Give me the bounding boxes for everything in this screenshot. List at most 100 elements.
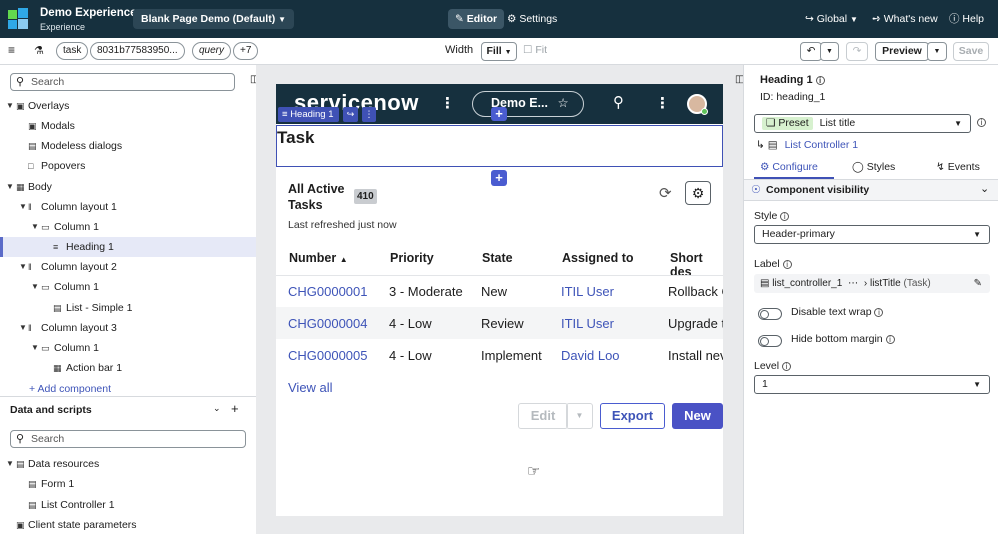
preset-select[interactable]: ❏ Preset List title ▼	[754, 114, 971, 133]
edit-button[interactable]: Edit	[518, 403, 568, 429]
style-label: Style i	[754, 210, 790, 222]
view-all-link[interactable]: View all	[288, 380, 333, 395]
save-button[interactable]: Save	[953, 42, 989, 61]
column-header-state[interactable]: State	[482, 251, 513, 265]
info-icon[interactable]: i	[782, 260, 792, 269]
column-header-number[interactable]: Number ▲	[289, 251, 348, 265]
label-binding-field[interactable]: ▤ list_controller_1 ⋯ › listTitle (Task)…	[754, 274, 990, 293]
tree-item-column-1[interactable]: ▼ ▭ Column 1	[0, 217, 256, 237]
short-description-cell: Rollback C	[668, 284, 723, 299]
tree-search-input[interactable]: ⚲ Search	[10, 73, 235, 91]
avatar[interactable]	[687, 94, 708, 115]
flask-icon[interactable]: ⚗	[34, 44, 44, 57]
select-parent-icon[interactable]: ↪	[343, 107, 358, 122]
disable-text-wrap-toggle[interactable]	[758, 308, 782, 320]
settings-tab[interactable]: ⚙ Settings	[507, 9, 557, 29]
hide-bottom-margin-toggle[interactable]	[758, 335, 782, 347]
tree-item-body[interactable]: ▼ ▦ Body	[0, 177, 256, 197]
export-button[interactable]: Export	[600, 403, 665, 429]
tree-item-column-layout-1[interactable]: ▼ ‖ Column layout 1	[0, 197, 256, 217]
more-vertical-icon[interactable]: ⋮	[362, 107, 376, 122]
info-icon[interactable]: i	[815, 76, 825, 85]
more-vertical-icon[interactable]: ⋮	[655, 94, 670, 112]
info-icon[interactable]: i	[977, 118, 986, 127]
tree-item-column-1[interactable]: ▼ ▭ Column 1	[0, 338, 256, 358]
tree-item-column-layout-3[interactable]: ▼ ‖ Column layout 3	[0, 318, 256, 338]
chevron-down-icon[interactable]: ⌄	[213, 403, 221, 414]
level-value: 1	[762, 378, 768, 390]
tree-item-list-simple-1[interactable]: ▤ List - Simple 1	[0, 298, 256, 318]
list-settings-button[interactable]: ⚙	[685, 181, 711, 205]
more-params-chip[interactable]: +7	[233, 42, 259, 60]
tree-item-form-1[interactable]: ▤ Form 1	[0, 474, 256, 494]
record-number-link[interactable]: CHG0000005	[288, 348, 368, 363]
preview-button[interactable]: Preview	[875, 42, 929, 61]
tab-label: Styles	[866, 161, 896, 173]
tab-events[interactable]: ↯ Events	[936, 161, 980, 173]
column-header-assigned-to[interactable]: Assigned to	[562, 251, 634, 265]
url-param-chip[interactable]: 8031b77583950...	[90, 42, 185, 60]
columns-icon: ‖	[28, 323, 32, 333]
scope-label: Global	[816, 13, 848, 25]
tree-item-action-bar-1[interactable]: ▦ Action bar 1	[0, 358, 256, 378]
redo-button[interactable]: ↷	[846, 42, 868, 61]
style-select[interactable]: Header-primary ▼	[754, 225, 990, 244]
tree-item-client-state[interactable]: ▣ Client state parameters	[0, 515, 256, 534]
tree-item-data-resources[interactable]: ▼ ▤ Data resources	[0, 454, 256, 474]
tree-item-label: Body	[28, 181, 52, 193]
url-param-chip[interactable]: task	[56, 42, 89, 60]
controller-link-row[interactable]: ↳ ▤ List Controller 1	[756, 139, 858, 151]
tab-configure[interactable]: ⚙ Configure	[760, 161, 818, 173]
info-icon[interactable]: i	[885, 335, 895, 344]
more-vertical-icon[interactable]: ⋮	[440, 94, 455, 112]
add-icon[interactable]: +	[231, 401, 239, 416]
scope-selector[interactable]: ↪ Global ▼	[805, 9, 858, 29]
assigned-to-link[interactable]: ITIL User	[561, 284, 614, 299]
data-search-input[interactable]: ⚲ Search	[10, 430, 246, 448]
whats-new-button[interactable]: ➺ What's new	[872, 9, 938, 29]
add-component-below-button[interactable]: +	[491, 170, 507, 186]
undo-button[interactable]: ↶	[800, 42, 822, 61]
column-header-priority[interactable]: Priority	[390, 251, 434, 265]
add-component-above-button[interactable]: +	[491, 107, 507, 121]
tree-item-heading-1[interactable]: ≡ Heading 1	[0, 237, 256, 257]
info-icon[interactable]: i	[782, 362, 792, 371]
page-selector[interactable]: Blank Page Demo (Default) ▼	[133, 9, 295, 29]
tree-item-column-layout-2[interactable]: ▼ ‖ Column layout 2	[0, 257, 256, 277]
tree-item-modals[interactable]: ▣ Modals	[0, 116, 256, 136]
tree-item-column-1[interactable]: ▼ ▭ Column 1	[0, 277, 256, 297]
level-select[interactable]: 1 ▼	[754, 375, 990, 394]
pencil-icon[interactable]: ✎	[974, 274, 982, 293]
heading-component[interactable]: Task	[276, 125, 723, 167]
add-component-link[interactable]: + Add component	[29, 383, 111, 395]
info-icon[interactable]: i	[780, 212, 790, 221]
record-number-link[interactable]: CHG0000001	[288, 284, 368, 299]
undo-menu-button[interactable]: ▼	[820, 42, 839, 61]
tree-item-popovers[interactable]: □ Popovers	[0, 156, 256, 176]
tab-styles[interactable]: ◯ Styles	[852, 161, 895, 173]
controller-link[interactable]: List Controller 1	[785, 139, 859, 151]
fit-checkbox[interactable]: ☐ Fit	[523, 44, 547, 56]
selected-component-tag[interactable]: ≡ Heading 1	[278, 107, 339, 122]
visibility-section-header[interactable]: ☉ Component visibility ⌄	[744, 180, 998, 201]
preview-menu-button[interactable]: ▼	[927, 42, 947, 61]
tree-item-modeless-dialogs[interactable]: ▤ Modeless dialogs	[0, 136, 256, 156]
instance-pill[interactable]: Demo E... ☆	[472, 91, 584, 117]
refresh-icon[interactable]: ⟳	[659, 184, 672, 202]
new-button[interactable]: New	[672, 403, 723, 429]
tree-item-label: Data resources	[28, 458, 100, 470]
edit-menu-button[interactable]: ▼	[566, 403, 593, 429]
editor-tab[interactable]: ✎ Editor	[448, 9, 505, 29]
record-number-link[interactable]: CHG0000004	[288, 316, 368, 331]
binding-value-preview: (Task)	[903, 278, 931, 289]
search-icon[interactable]: ⚲	[613, 93, 624, 111]
url-param-chip[interactable]: query	[192, 42, 232, 60]
assigned-to-link[interactable]: David Loo	[561, 348, 620, 363]
assigned-to-link[interactable]: ITIL User	[561, 316, 614, 331]
tree-item-overlays[interactable]: ▼ ▣ Overlays	[0, 96, 256, 116]
help-button[interactable]: ⓘ Help	[949, 9, 984, 29]
hamburger-icon[interactable]: ≡	[8, 43, 15, 57]
tree-item-list-controller-1[interactable]: ▤ List Controller 1	[0, 495, 256, 515]
width-select[interactable]: Fill ▼	[481, 42, 517, 61]
info-icon[interactable]: i	[874, 308, 884, 317]
